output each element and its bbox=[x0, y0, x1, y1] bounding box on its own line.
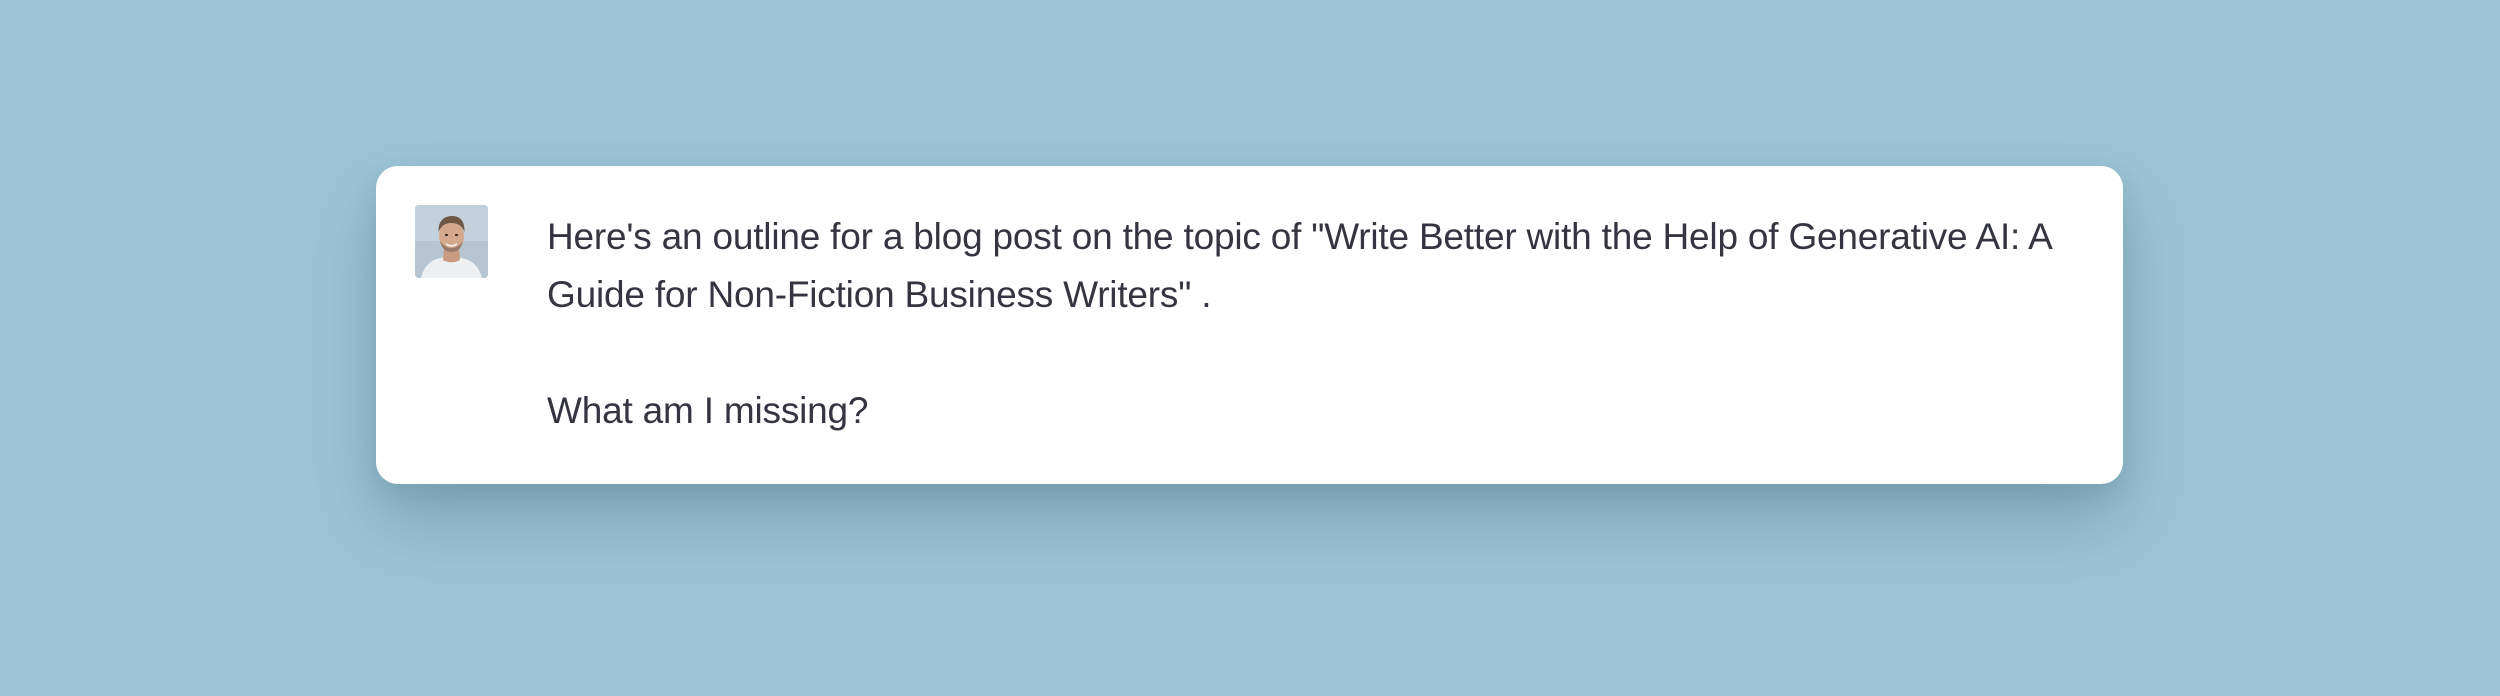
message-text: Here's an outline for a blog post on the… bbox=[547, 208, 2107, 440]
chat-message-card: Here's an outline for a blog post on the… bbox=[376, 166, 2123, 484]
user-avatar bbox=[415, 205, 488, 278]
message-paragraph-2: What am I missing? bbox=[547, 390, 869, 431]
message-paragraph-1: Here's an outline for a blog post on the… bbox=[547, 216, 2051, 315]
user-avatar-icon bbox=[415, 205, 488, 278]
